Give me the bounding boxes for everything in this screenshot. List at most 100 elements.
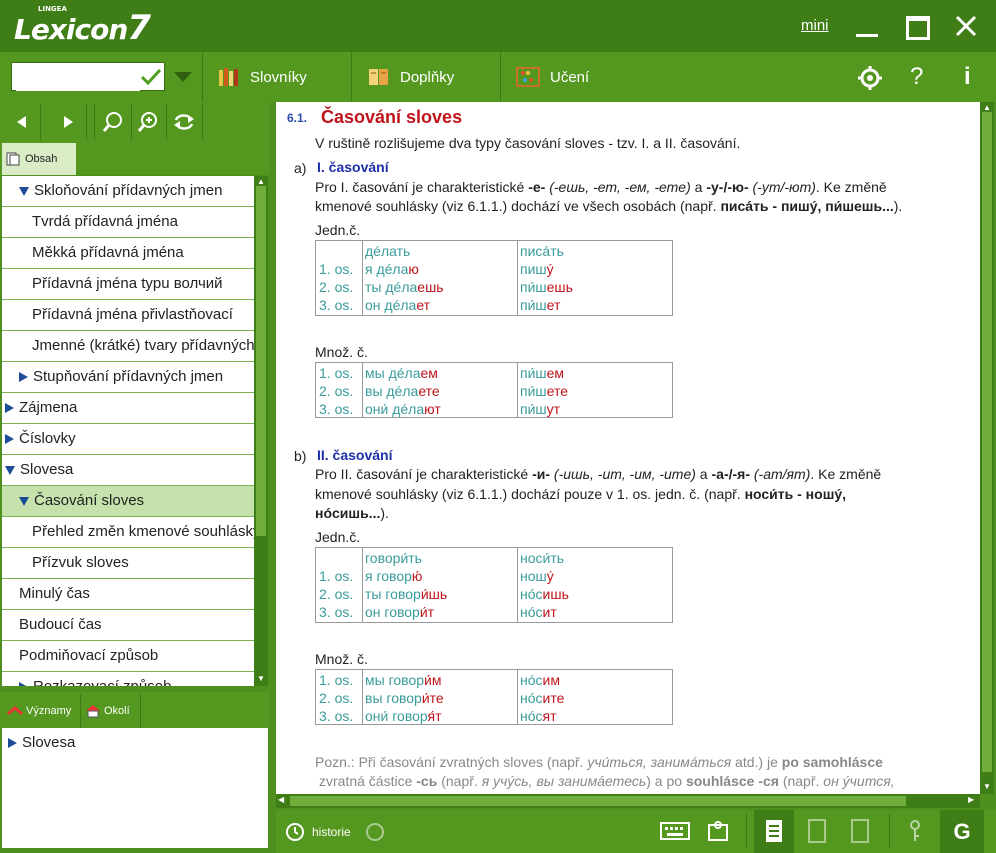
verb-form: вы говори́те — [365, 690, 444, 706]
tree-item[interactable]: Skloňování přídavných jmen — [2, 176, 254, 207]
tree-item[interactable]: Minulý čas — [2, 579, 254, 610]
verb-ending: ешь — [417, 279, 444, 295]
tree-item[interactable]: Zájmena — [2, 393, 254, 424]
scroll-right-icon[interactable]: ▶ — [968, 795, 974, 804]
tree-item[interactable]: Měkká přídavná jména — [2, 238, 254, 269]
back-button[interactable] — [4, 104, 41, 140]
search-button[interactable] — [94, 104, 132, 140]
list-item[interactable]: Slovesa — [8, 734, 75, 751]
tree-item[interactable]: Rozkazovací způsob — [2, 672, 254, 686]
close-button[interactable] — [955, 15, 977, 37]
tree-item[interactable]: Slovesa — [2, 455, 254, 486]
verb-stem: вы дéла — [365, 383, 419, 399]
scroll-down-icon[interactable]: ▼ — [983, 782, 991, 791]
addons-button[interactable]: Doplňky — [368, 52, 454, 102]
expand-icon[interactable] — [5, 434, 14, 445]
tree-item[interactable]: Stupňování přídavných jmen — [2, 362, 254, 393]
document-compact-icon[interactable] — [808, 819, 826, 843]
verb-stem: вы говор — [365, 690, 422, 706]
keyboard-icon[interactable] — [660, 822, 690, 840]
mini-mode-button[interactable]: mini — [801, 17, 829, 34]
tree-item[interactable]: Přízvuk sloves — [2, 548, 254, 579]
app-name: Lexicon — [14, 13, 128, 46]
status-divider — [889, 814, 890, 848]
tree-item-label: Přídavná jména přivlastňovací — [32, 306, 233, 323]
tree-item[interactable]: Časování sloves — [2, 486, 254, 517]
marker-b: b) — [294, 448, 307, 464]
article-scroll-thumb[interactable] — [982, 112, 992, 772]
article-hscroll-thumb[interactable] — [290, 796, 906, 806]
tab-contents[interactable]: Obsah — [2, 143, 76, 175]
verb-form: он говори́т — [365, 604, 434, 620]
app-logo: LINGEA Lexicon7 — [14, 5, 151, 48]
learning-button[interactable]: Učení — [516, 52, 589, 102]
verb-form: пи́шешь — [520, 279, 573, 295]
verb-form: ты говори́шь — [365, 586, 447, 602]
person-label: 3. os. — [319, 297, 354, 313]
meanings-icon — [7, 706, 23, 716]
book-stack-icon — [369, 69, 388, 85]
tree-item[interactable]: Jmenné (krátké) tvary přídavných — [2, 331, 254, 362]
sync-button[interactable] — [166, 104, 203, 140]
addons-label: Doplňky — [400, 68, 455, 86]
maximize-button[interactable] — [906, 16, 930, 40]
tree-item-label: Tvrdá přídavná jména — [32, 213, 178, 230]
expand-icon[interactable] — [19, 372, 28, 383]
tree-scrollbar[interactable]: ▲ ▼ — [254, 176, 268, 686]
article-scrollbar[interactable]: ▲ ▼ — [980, 102, 994, 794]
g-icon[interactable]: G — [940, 810, 984, 853]
verb-ending: и́т — [419, 604, 435, 620]
tree-item[interactable]: Přídavná jména přivlastňovací — [2, 300, 254, 331]
advanced-search-button[interactable] — [130, 104, 167, 140]
collapse-icon[interactable] — [19, 186, 29, 196]
forward-button[interactable] — [50, 104, 87, 140]
verb-form: они́ говоря́т — [365, 708, 442, 724]
brand-label: LINGEA — [38, 5, 67, 13]
help-icon[interactable]: ? — [910, 63, 923, 91]
scroll-down-icon[interactable]: ▼ — [257, 674, 265, 683]
collapse-icon[interactable] — [5, 465, 15, 475]
search-input[interactable] — [16, 64, 140, 91]
document-minimal-icon[interactable] — [851, 819, 869, 843]
verb-stem: они́ дéла — [365, 401, 425, 417]
verb-stem: он говор — [365, 604, 420, 620]
tree-item[interactable]: Přídavná jména typu волчий — [2, 269, 254, 300]
expand-icon[interactable] — [19, 682, 28, 686]
tree-item[interactable]: Podmiňovací způsob — [2, 641, 254, 672]
tree-item[interactable]: Budoucí čas — [2, 610, 254, 641]
table-divider — [362, 362, 363, 418]
verb-ending: ют — [424, 401, 441, 417]
page-title: Časování sloves — [321, 107, 463, 127]
tree-item[interactable]: Číslovky — [2, 424, 254, 455]
tab-surroundings[interactable]: Okolí — [82, 694, 141, 728]
minimize-button[interactable] — [856, 34, 878, 37]
person-label: 1. os. — [319, 672, 354, 688]
dictionaries-button[interactable]: Slovníky — [218, 52, 307, 102]
scroll-up-icon[interactable]: ▲ — [983, 103, 991, 112]
table-divider — [517, 547, 518, 623]
scroll-up-icon[interactable]: ▲ — [257, 177, 265, 186]
tree-item[interactable]: Přehled změn kmenové souhlásky — [2, 517, 254, 548]
verb-stem: он дéла — [365, 297, 417, 313]
dropdown-chevron-icon[interactable] — [174, 72, 194, 84]
puzzle-icon[interactable] — [706, 820, 730, 842]
settings-gear-icon[interactable] — [857, 65, 883, 91]
key-icon[interactable] — [906, 819, 924, 843]
redo-history-icon[interactable] — [364, 821, 386, 843]
collapse-icon[interactable] — [19, 496, 29, 506]
info-icon[interactable]: i — [964, 63, 971, 91]
tree-item[interactable]: Tvrdá přídavná jména — [2, 207, 254, 238]
verb-form: нóсит — [520, 604, 557, 620]
tree-scroll-thumb[interactable] — [256, 186, 266, 536]
history-button[interactable]: historie — [284, 810, 364, 853]
article-hscrollbar[interactable]: ◀ ▶ — [276, 794, 980, 808]
abacus-icon — [516, 67, 540, 87]
scroll-left-icon[interactable]: ◀ — [278, 795, 284, 804]
confirm-check-icon[interactable] — [140, 67, 162, 87]
verb-ending: ем — [420, 365, 438, 381]
tab-meanings-label: Významy — [26, 705, 72, 717]
tree-item-label: Skloňování přídavných jmen — [34, 182, 223, 199]
tab-meanings[interactable]: Významy — [4, 694, 81, 728]
plural-label: Množ. č. — [315, 344, 368, 360]
expand-icon[interactable] — [5, 403, 14, 414]
